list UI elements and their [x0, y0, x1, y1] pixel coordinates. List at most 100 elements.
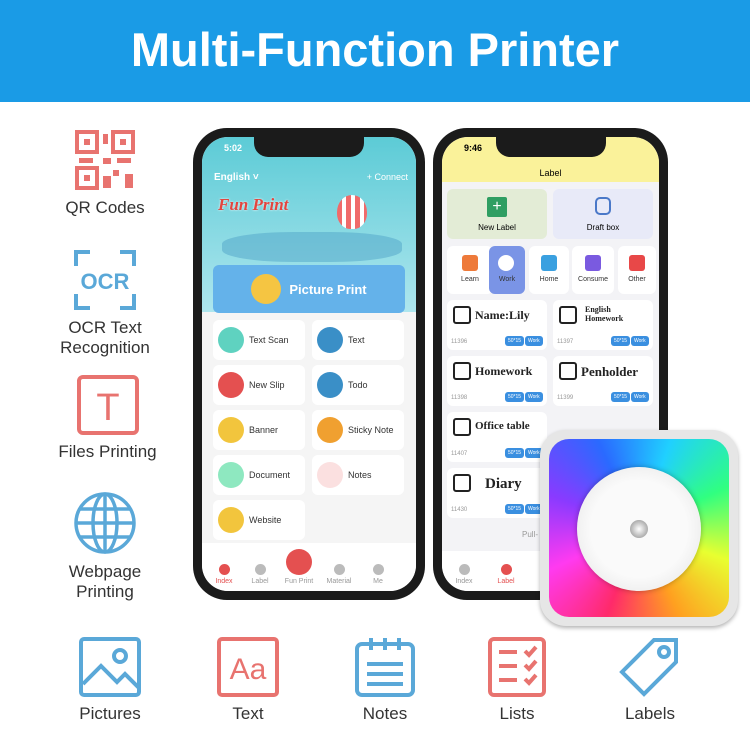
label-card[interactable]: Name:Lily 11396 50*15 Work: [447, 300, 547, 350]
tag-icon: [500, 564, 512, 575]
qr-code-icon: [75, 130, 135, 190]
phone-notch: [495, 137, 606, 157]
status-time: 9:46: [464, 143, 483, 153]
language-select[interactable]: English ˅: [214, 172, 259, 183]
draft-box-button[interactable]: Draft box: [553, 189, 653, 239]
screen-title: Label: [539, 168, 562, 178]
tile-document[interactable]: Document: [213, 455, 305, 495]
feature-label: Text: [232, 704, 264, 723]
picture-icon: [251, 274, 282, 304]
notes-icon: [355, 638, 415, 697]
phone-notch: [254, 137, 364, 157]
rocket-icon: [317, 462, 343, 488]
slip-icon: [218, 372, 244, 398]
feature-pictures: Pictures: [60, 636, 160, 724]
feature-files-printing: T Files Printing: [50, 374, 165, 462]
tab-index[interactable]: Index: [204, 564, 244, 585]
grid-icon: [629, 255, 645, 271]
text-file-icon: T: [76, 375, 139, 435]
list-icon: [488, 637, 546, 697]
folder-icon: [218, 462, 244, 488]
tile-text[interactable]: Text: [312, 320, 404, 360]
feature-label: Notes: [362, 704, 408, 723]
tab-index[interactable]: Index: [444, 564, 484, 585]
tile-text-scan[interactable]: Text Scan: [213, 320, 305, 360]
feature-label: OCR Text Recognition: [60, 318, 150, 357]
feature-label: QR Codes: [65, 198, 145, 217]
connect-button[interactable]: + Connect: [367, 172, 408, 182]
svg-text:Aa: Aa: [230, 653, 267, 686]
tile-new-slip[interactable]: New Slip: [213, 365, 305, 405]
picture-print-button[interactable]: Picture Print: [213, 265, 405, 313]
feature-label: Webpage Printing: [68, 562, 142, 601]
tag-icon: [254, 564, 266, 575]
tab-fun-print[interactable]: Fun Print: [279, 549, 319, 585]
printer-device-image: [540, 430, 738, 626]
tile-banner[interactable]: Banner: [213, 410, 305, 450]
tab-label[interactable]: Label: [486, 564, 526, 585]
tile-sticky-note[interactable]: Sticky Note: [312, 410, 404, 450]
category-row: Learn Work Home Consume Other: [447, 246, 657, 294]
sticky-note-icon: [317, 417, 343, 443]
svg-text:OCR: OCR: [81, 269, 130, 294]
picture-icon: [79, 637, 141, 697]
globe-icon: [74, 492, 136, 554]
ocr-icon: OCR: [74, 250, 136, 310]
plus-icon: +: [487, 197, 507, 217]
shopping-icon: [585, 255, 601, 271]
feature-qr-codes: QR Codes: [50, 128, 160, 218]
tab-label[interactable]: Label: [240, 564, 280, 585]
feature-label: Pictures: [79, 704, 141, 723]
tab-me[interactable]: Me: [358, 564, 398, 585]
label-template-icon: [453, 306, 471, 324]
category-home[interactable]: Home: [529, 246, 569, 294]
power-button: [630, 520, 648, 538]
tag-icon: [619, 638, 678, 697]
label-card[interactable]: Office table 11407 50*15 Work: [447, 412, 547, 462]
label-template-icon: [559, 306, 577, 324]
label-template-icon: [453, 474, 471, 492]
tab-material[interactable]: Material: [319, 564, 359, 585]
feature-label: Files Printing: [58, 442, 157, 461]
tile-website[interactable]: Website: [213, 500, 305, 540]
scan-icon: [218, 327, 244, 353]
feature-lists: Lists: [467, 636, 567, 724]
brand-logo: Fun Print: [218, 195, 289, 214]
new-label-button[interactable]: + New Label: [447, 189, 547, 239]
balloon-illustration: [337, 195, 367, 229]
learn-icon: [462, 255, 478, 271]
category-consume[interactable]: Consume: [572, 246, 614, 294]
pull-to-refresh-text: Pull-: [522, 530, 539, 539]
printer-lid: [577, 467, 701, 591]
feature-labels: Labels: [600, 636, 700, 724]
category-other[interactable]: Other: [618, 246, 656, 294]
banner-icon: [218, 417, 244, 443]
bottom-tab-bar: Index Label Fun Print Material Me: [202, 543, 416, 591]
phone-index-screen: 5:02 English ˅ + Connect Fun Print Pictu…: [193, 128, 425, 600]
category-work[interactable]: Work: [489, 246, 525, 294]
feature-label: Labels: [624, 704, 676, 723]
page-title: Multi-Function Printer: [0, 0, 750, 102]
tile-notes[interactable]: Notes: [312, 455, 404, 495]
tile-todo[interactable]: Todo: [312, 365, 404, 405]
label-card[interactable]: Homework 11398 50*15 Work: [447, 356, 547, 406]
website-icon: [218, 507, 244, 533]
feature-text: Aa Text: [198, 636, 298, 724]
svg-text:T: T: [96, 387, 119, 429]
label-template-icon: [453, 362, 471, 380]
feature-webpage-printing: Webpage Printing: [50, 490, 160, 602]
label-card[interactable]: English Homework 11397 50*15 Work: [553, 300, 653, 350]
feature-label: Lists: [499, 704, 535, 723]
label-card[interactable]: Diary 11430 50*15 Work: [447, 468, 547, 518]
label-card[interactable]: Penholder 11399 50*15 Work: [553, 356, 653, 406]
todo-icon: [317, 372, 343, 398]
home-icon: [218, 564, 230, 575]
text-icon: Aa: [217, 637, 279, 697]
category-learn[interactable]: Learn: [447, 246, 493, 294]
label-template-icon: [559, 362, 577, 380]
world-map-illustration: [222, 232, 402, 262]
home-icon: [458, 564, 470, 575]
fun-print-icon: [286, 549, 312, 575]
status-time: 5:02: [224, 143, 243, 153]
user-icon: [372, 564, 384, 575]
